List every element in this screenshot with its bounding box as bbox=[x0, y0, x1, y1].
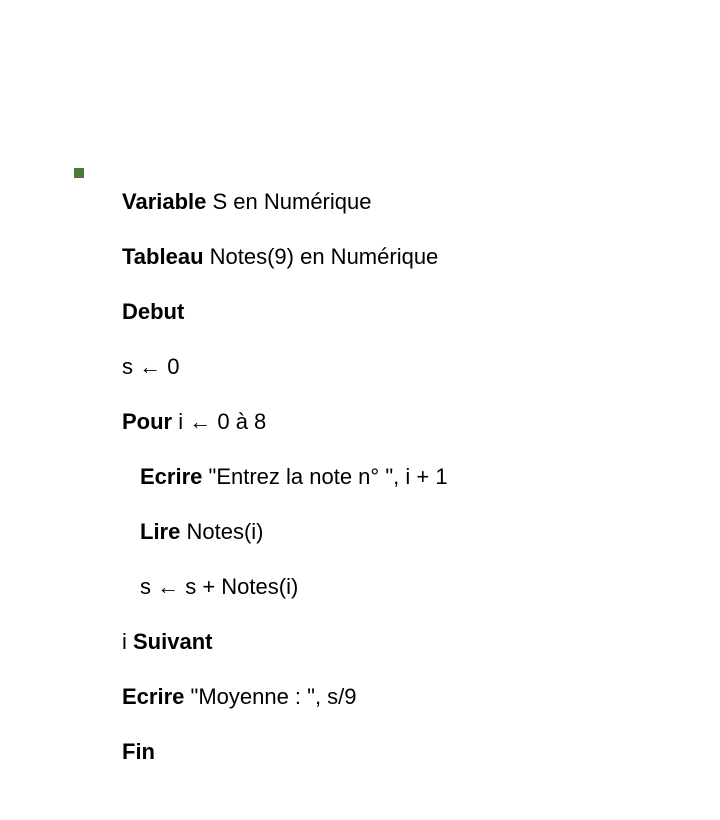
keyword-ecrire: Ecrire bbox=[122, 684, 184, 709]
code-text: s ← 0 bbox=[122, 354, 179, 379]
code-text: "Entrez la note n° ", i + 1 bbox=[202, 464, 447, 489]
keyword-pour: Pour bbox=[122, 409, 172, 434]
code-line: Lire Notes(i) bbox=[122, 518, 448, 546]
code-line: i Suivant bbox=[122, 628, 448, 656]
code-line: s ← 0 bbox=[122, 353, 448, 381]
keyword-fin: Fin bbox=[122, 739, 155, 764]
keyword-ecrire: Ecrire bbox=[140, 464, 202, 489]
code-line: Variable S en Numérique bbox=[122, 188, 448, 216]
code-text: s ← s + Notes(i) bbox=[140, 574, 298, 599]
code-line: Debut bbox=[122, 298, 448, 326]
keyword-tableau: Tableau bbox=[122, 244, 204, 269]
code-text: "Moyenne : ", s/9 bbox=[184, 684, 356, 709]
pseudocode-block: Variable S en Numérique Tableau Notes(9)… bbox=[122, 160, 448, 820]
code-line: Ecrire "Entrez la note n° ", i + 1 bbox=[122, 463, 448, 491]
code-line: s ← s + Notes(i) bbox=[122, 573, 448, 601]
keyword-suivant: Suivant bbox=[133, 629, 212, 654]
slide-content: Variable S en Numérique Tableau Notes(9)… bbox=[74, 160, 448, 820]
bullet-square-icon bbox=[74, 168, 84, 178]
code-text: Notes(9) en Numérique bbox=[204, 244, 439, 269]
code-text: i bbox=[122, 629, 133, 654]
keyword-variable: Variable bbox=[122, 189, 206, 214]
code-text: i ← 0 à 8 bbox=[172, 409, 266, 434]
code-line: Tableau Notes(9) en Numérique bbox=[122, 243, 448, 271]
code-line: Fin bbox=[122, 738, 448, 766]
code-line: Ecrire "Moyenne : ", s/9 bbox=[122, 683, 448, 711]
keyword-debut: Debut bbox=[122, 299, 184, 324]
code-text: S en Numérique bbox=[206, 189, 371, 214]
code-line: Pour i ← 0 à 8 bbox=[122, 408, 448, 436]
